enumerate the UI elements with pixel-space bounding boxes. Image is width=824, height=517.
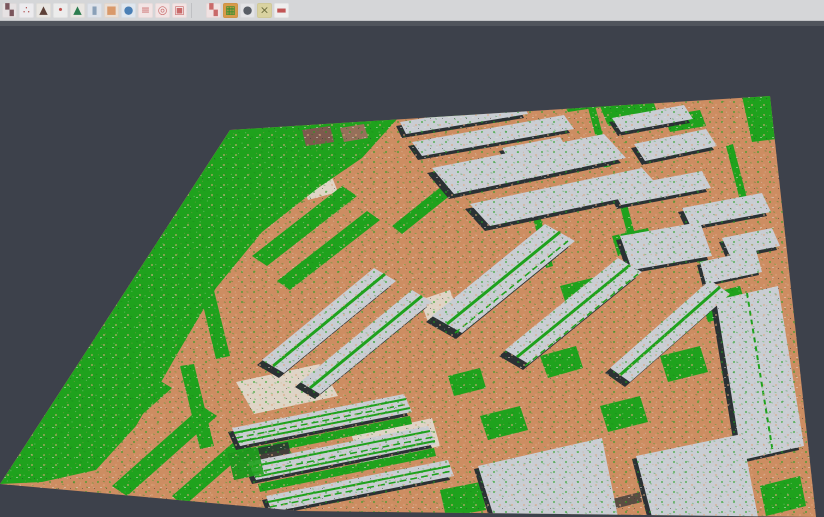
ruler-red-icon-glyph: ▬	[276, 4, 286, 15]
point-red-icon-glyph: •	[57, 4, 64, 15]
ruler-red-icon[interactable]: ▬	[274, 3, 289, 18]
cross-yellow-icon[interactable]: ×	[257, 3, 272, 18]
layers-red-icon-glyph: ≡	[141, 4, 150, 15]
select-region-icon[interactable]: ▣	[172, 3, 187, 18]
terrain-green-icon-glyph: ▲	[73, 4, 81, 15]
cross-yellow-icon-glyph: ×	[260, 4, 269, 15]
blocks-maroon-icon[interactable]: ▚	[2, 3, 17, 18]
viewport-3d[interactable]	[0, 26, 824, 517]
ring-red-icon[interactable]: ◎	[155, 3, 170, 18]
globe-blue-icon-glyph: ●	[124, 4, 134, 15]
scatter-points-icon-glyph: ∴	[23, 4, 30, 15]
ring-red-icon-glyph: ◎	[158, 4, 168, 15]
checker-red-icon-glyph: ▚	[209, 4, 217, 15]
terrain-dark-icon-glyph: ▲	[39, 4, 47, 15]
toolbar-icons: ▚ ∴ ▲ • ▲ ▮ ■ ● ≡ ◎ ▣ ▚ ▦ ● × ▬	[2, 3, 291, 18]
layers-red-icon[interactable]: ≡	[138, 3, 153, 18]
speckle-noise	[0, 26, 824, 517]
sphere-dark-icon-glyph: ●	[243, 4, 253, 15]
checker-red-icon[interactable]: ▚	[206, 3, 221, 18]
sphere-dark-icon[interactable]: ●	[240, 3, 255, 18]
terrain-dark-icon[interactable]: ▲	[36, 3, 51, 18]
area-orange-icon-glyph: ■	[106, 4, 116, 15]
globe-blue-icon[interactable]: ●	[121, 3, 136, 18]
profile-column-icon-glyph: ▮	[91, 4, 97, 15]
point-cloud-scene	[0, 26, 824, 517]
toolbar: ▚ ∴ ▲ • ▲ ▮ ■ ● ≡ ◎ ▣ ▚ ▦ ● × ▬	[0, 0, 824, 21]
blocks-maroon-icon-glyph: ▚	[5, 4, 13, 15]
toolbar-group-separator	[191, 3, 202, 18]
classification-palette-icon[interactable]: ▦	[223, 3, 238, 18]
profile-column-icon[interactable]: ▮	[87, 3, 102, 18]
terrain	[0, 26, 824, 517]
area-orange-icon[interactable]: ■	[104, 3, 119, 18]
classification-palette-icon-glyph: ▦	[225, 4, 235, 15]
scatter-points-icon[interactable]: ∴	[19, 3, 34, 18]
point-red-icon[interactable]: •	[53, 3, 68, 18]
terrain-green-icon[interactable]: ▲	[70, 3, 85, 18]
select-region-icon-glyph: ▣	[174, 4, 184, 15]
